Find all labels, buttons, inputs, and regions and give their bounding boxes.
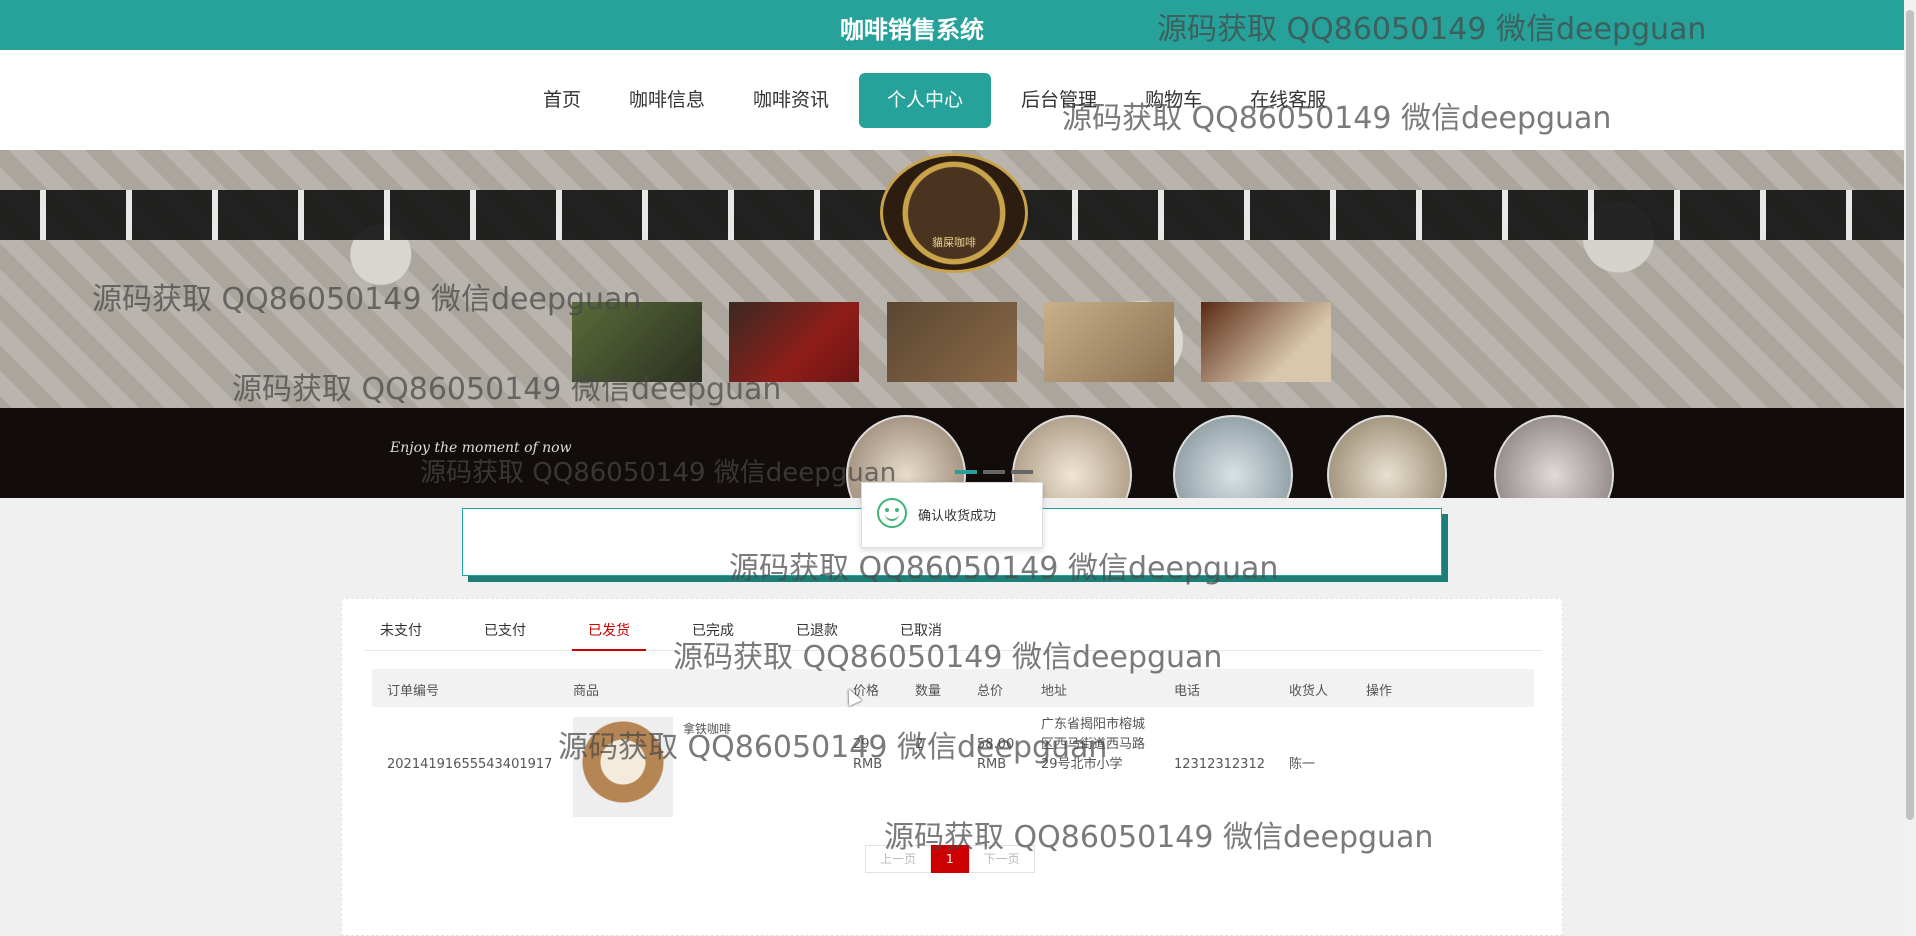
page-scrollbar[interactable] xyxy=(1904,0,1916,936)
order-number: 20214191655543401917 xyxy=(387,757,553,772)
banner-slogan: Enjoy the moment of now xyxy=(390,440,572,456)
slider-dot-1[interactable] xyxy=(955,470,977,474)
slider-dot-3[interactable] xyxy=(1011,470,1033,474)
nav-cart[interactable]: 购物车 xyxy=(1127,73,1220,128)
order-receiver: 陈一 xyxy=(1289,757,1316,772)
beans-hands-photo xyxy=(887,302,1017,382)
brand-logo-badge: 貓屎咖啡 xyxy=(880,153,1028,273)
main-navigation: 首页 咖啡信息 咖啡资讯 个人中心 后台管理 购物车 在线客服 xyxy=(0,50,1904,150)
nav-coffee-info[interactable]: 咖啡信息 xyxy=(611,73,723,128)
tab-completed[interactable]: 已完成 xyxy=(676,611,750,651)
banner-slider-indicators[interactable] xyxy=(955,470,1033,474)
scrollbar-thumb[interactable] xyxy=(1906,10,1914,820)
column-receiver: 收货人 xyxy=(1289,684,1329,699)
column-address: 地址 xyxy=(1041,684,1068,699)
column-actions: 操作 xyxy=(1366,684,1393,699)
next-page-button[interactable]: 下一页 xyxy=(968,845,1035,873)
tab-unpaid[interactable]: 未支付 xyxy=(364,611,438,651)
green-beans-photo xyxy=(1044,302,1174,382)
toast-message: 确认收货成功 xyxy=(918,509,997,524)
prev-page-button[interactable]: 上一页 xyxy=(865,845,932,873)
nav-personal-center[interactable]: 个人中心 xyxy=(859,73,992,128)
column-total: 总价 xyxy=(977,684,1004,699)
coffee-cup-photo xyxy=(1201,302,1331,382)
hero-banner[interactable]: 貓屎咖啡 Enjoy the moment of now xyxy=(0,150,1904,498)
order-price: 29 RMB xyxy=(853,737,883,772)
order-phone: 12312312312 xyxy=(1174,757,1265,772)
pagination: 上一页 1 下一页 xyxy=(865,845,1035,873)
tab-refunded[interactable]: 已退款 xyxy=(780,611,854,651)
order-total: 58.00 RMB xyxy=(977,737,1015,772)
tab-paid[interactable]: 已支付 xyxy=(468,611,542,651)
civet-photo xyxy=(572,302,702,382)
nav-home[interactable]: 首页 xyxy=(525,73,599,128)
success-toast: 确认收货成功 xyxy=(861,482,1043,548)
product-thumbnail[interactable] xyxy=(573,717,673,817)
column-phone: 电话 xyxy=(1174,684,1201,699)
site-title: 咖啡销售系统 xyxy=(840,16,984,44)
slider-dot-2[interactable] xyxy=(983,470,1005,474)
smile-icon xyxy=(877,498,907,528)
order-quantity: 2 xyxy=(915,737,924,752)
nav-online-service[interactable]: 在线客服 xyxy=(1232,73,1344,128)
order-status-tabs: 未支付 已支付 已发货 已完成 已退款 已取消 xyxy=(364,611,1542,651)
coffee-cherries-photo xyxy=(729,302,859,382)
order-panel: 未支付 已支付 已发货 已完成 已退款 已取消 订单编号 商品 价格 数量 总价… xyxy=(341,598,1563,936)
nav-coffee-news[interactable]: 咖啡资讯 xyxy=(735,73,847,128)
page-1-button[interactable]: 1 xyxy=(931,845,969,873)
tab-cancelled[interactable]: 已取消 xyxy=(884,611,958,651)
orders-table-header: 订单编号 商品 价格 数量 总价 地址 电话 收货人 操作 xyxy=(372,669,1534,707)
tab-shipped[interactable]: 已发货 xyxy=(572,611,646,651)
column-order-no: 订单编号 xyxy=(387,684,440,699)
order-address: 广东省揭阳市榕城区西马街道西马路29号北市小学 xyxy=(1041,717,1146,772)
table-row[interactable]: 20214191655543401917 拿铁咖啡 29 RMB 2 58.00… xyxy=(372,709,1534,819)
column-product: 商品 xyxy=(573,684,600,699)
logo-text: 貓屎咖啡 xyxy=(932,236,976,249)
top-header-bar: 咖啡销售系统 xyxy=(0,0,1904,50)
column-quantity: 数量 xyxy=(915,684,942,699)
nav-admin[interactable]: 后台管理 xyxy=(1003,73,1115,128)
product-name[interactable]: 拿铁咖啡 xyxy=(683,719,731,739)
